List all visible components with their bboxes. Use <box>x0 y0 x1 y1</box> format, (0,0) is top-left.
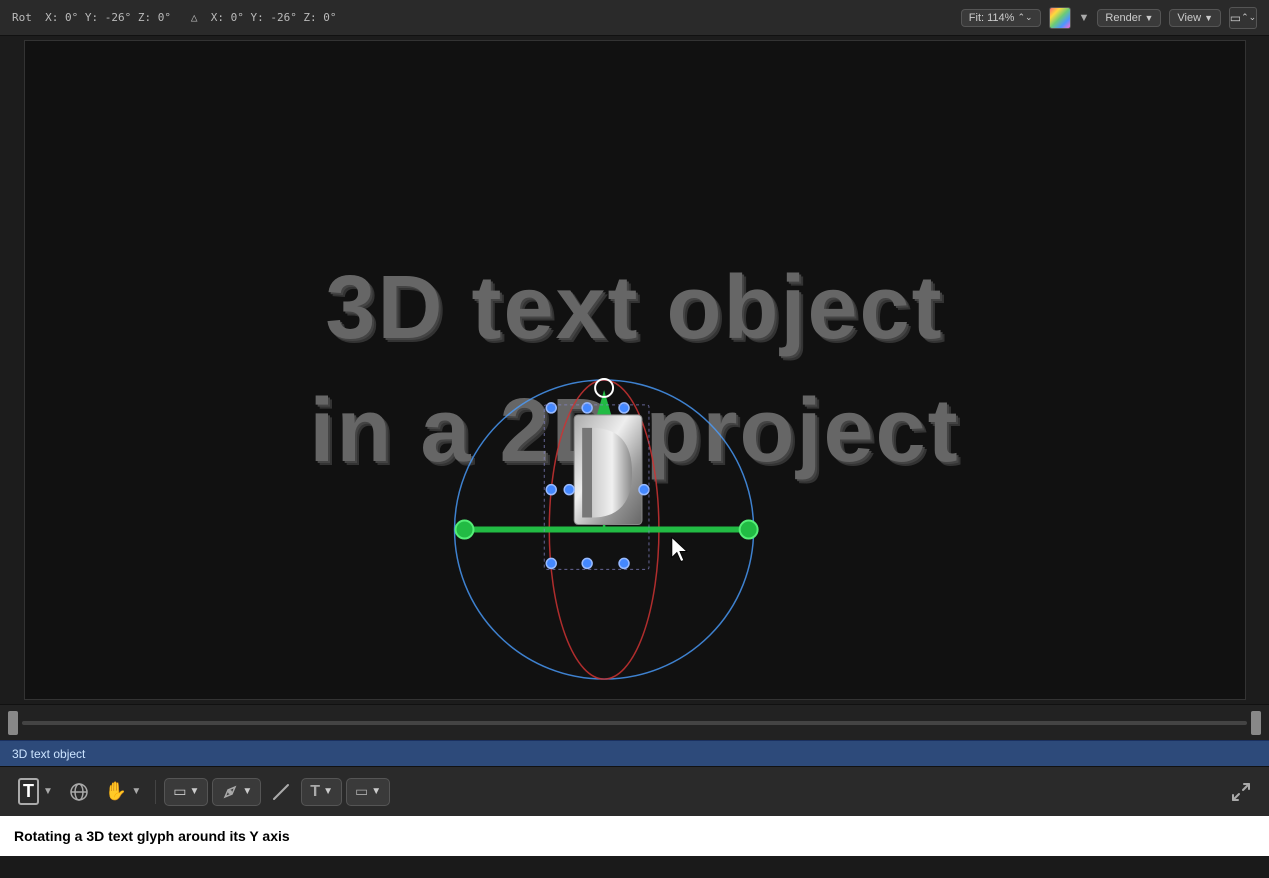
mask-chevron-icon: ▼ <box>371 786 381 797</box>
expand-icon <box>1230 781 1252 803</box>
transform-chevron-icon: ▼ <box>43 786 53 797</box>
brush-icon <box>271 782 291 802</box>
shape-tool-button[interactable]: ▭ ▼ <box>164 778 208 806</box>
pen-chevron-icon: ▼ <box>242 786 252 797</box>
toolbar-left: T ▼ ✋ ▼ ▭ ▼ <box>12 776 390 808</box>
timeline-area <box>0 704 1269 740</box>
caption-text: Rotating a 3D text glyph around its Y ax… <box>14 828 290 844</box>
canvas-wrapper: 3D text object in a 2D project <box>0 36 1269 704</box>
pen-icon <box>221 783 239 801</box>
gizmo-overlay <box>25 41 1245 699</box>
text-tool-button[interactable]: T ▼ <box>301 778 342 806</box>
timeline-left-handle[interactable] <box>8 711 18 735</box>
view-chevron-icon: ▼ <box>1204 13 1213 23</box>
fit-label: Fit: 114% <box>969 12 1015 24</box>
render-button[interactable]: Render ▼ <box>1097 9 1161 27</box>
fit-chevron-icon: ⌃⌄ <box>1017 12 1032 23</box>
top-bar-left: Rot X: 0° Y: -26° Z: 0° △ X: 0° Y: -26° … <box>12 11 337 24</box>
transform-tool-icon: T <box>18 778 39 805</box>
display-chevron-icon: ⌃⌄ <box>1241 12 1256 23</box>
clip-label-bar: 3D text object <box>0 740 1269 766</box>
rot-label: Rot <box>12 11 32 24</box>
expand-button[interactable] <box>1225 776 1257 808</box>
color-swatch[interactable] <box>1049 7 1071 29</box>
mask-tool-button[interactable]: ▭ ▼ <box>346 778 390 806</box>
pen-tool-button[interactable]: ▼ <box>212 778 261 806</box>
timeline-track[interactable] <box>22 721 1247 725</box>
top-bar-right: Fit: 114% ⌃⌄ ▼ Render ▼ View ▼ ▭ ⌃⌄ <box>961 7 1257 29</box>
mask-icon: ▭ <box>355 783 368 800</box>
shape-chevron-icon: ▼ <box>189 786 199 797</box>
canvas-area[interactable]: 3D text object in a 2D project <box>24 40 1246 700</box>
text-line-2: in a 2D project <box>309 380 959 483</box>
top-bar: Rot X: 0° Y: -26° Z: 0° △ X: 0° Y: -26° … <box>0 0 1269 36</box>
rot-xyz: X: 0° Y: -26° Z: 0° <box>45 11 171 24</box>
text-chevron-icon: ▼ <box>323 786 333 797</box>
bottom-toolbar: T ▼ ✋ ▼ ▭ ▼ <box>0 766 1269 816</box>
hand-tool-button[interactable]: ✋ ▼ <box>99 776 147 808</box>
display-mode-button[interactable]: ▭ ⌃⌄ <box>1229 7 1257 29</box>
orbit-tool-button[interactable] <box>63 776 95 808</box>
swatch-chevron-icon: ▼ <box>1079 12 1090 24</box>
delta-label: △ <box>191 11 198 24</box>
view-button[interactable]: View ▼ <box>1169 9 1221 27</box>
brush-tool-button[interactable] <box>265 776 297 808</box>
background-text: 3D text object in a 2D project <box>25 41 1245 699</box>
transform-tool-button[interactable]: T ▼ <box>12 776 59 808</box>
orbit-icon <box>68 781 90 803</box>
fit-button[interactable]: Fit: 114% ⌃⌄ <box>961 9 1041 27</box>
render-chevron-icon: ▼ <box>1145 13 1154 23</box>
render-label: Render <box>1105 12 1141 24</box>
rotation-info: Rot X: 0° Y: -26° Z: 0° △ X: 0° Y: -26° … <box>12 11 337 24</box>
caption-area: Rotating a 3D text glyph around its Y ax… <box>0 816 1269 856</box>
clip-label: 3D text object <box>12 747 85 761</box>
view-label: View <box>1177 12 1201 24</box>
hand-chevron-icon: ▼ <box>131 786 141 797</box>
delta-xyz: X: 0° Y: -26° Z: 0° <box>211 11 337 24</box>
toolbar-separator-1 <box>155 780 156 804</box>
display-mode-icon: ▭ <box>1230 11 1241 25</box>
text-line-1: 3D text object <box>325 257 943 360</box>
shape-icon: ▭ <box>173 783 186 800</box>
text-icon: T <box>310 783 320 801</box>
hand-icon: ✋ <box>105 781 127 802</box>
timeline-right-handle[interactable] <box>1251 711 1261 735</box>
